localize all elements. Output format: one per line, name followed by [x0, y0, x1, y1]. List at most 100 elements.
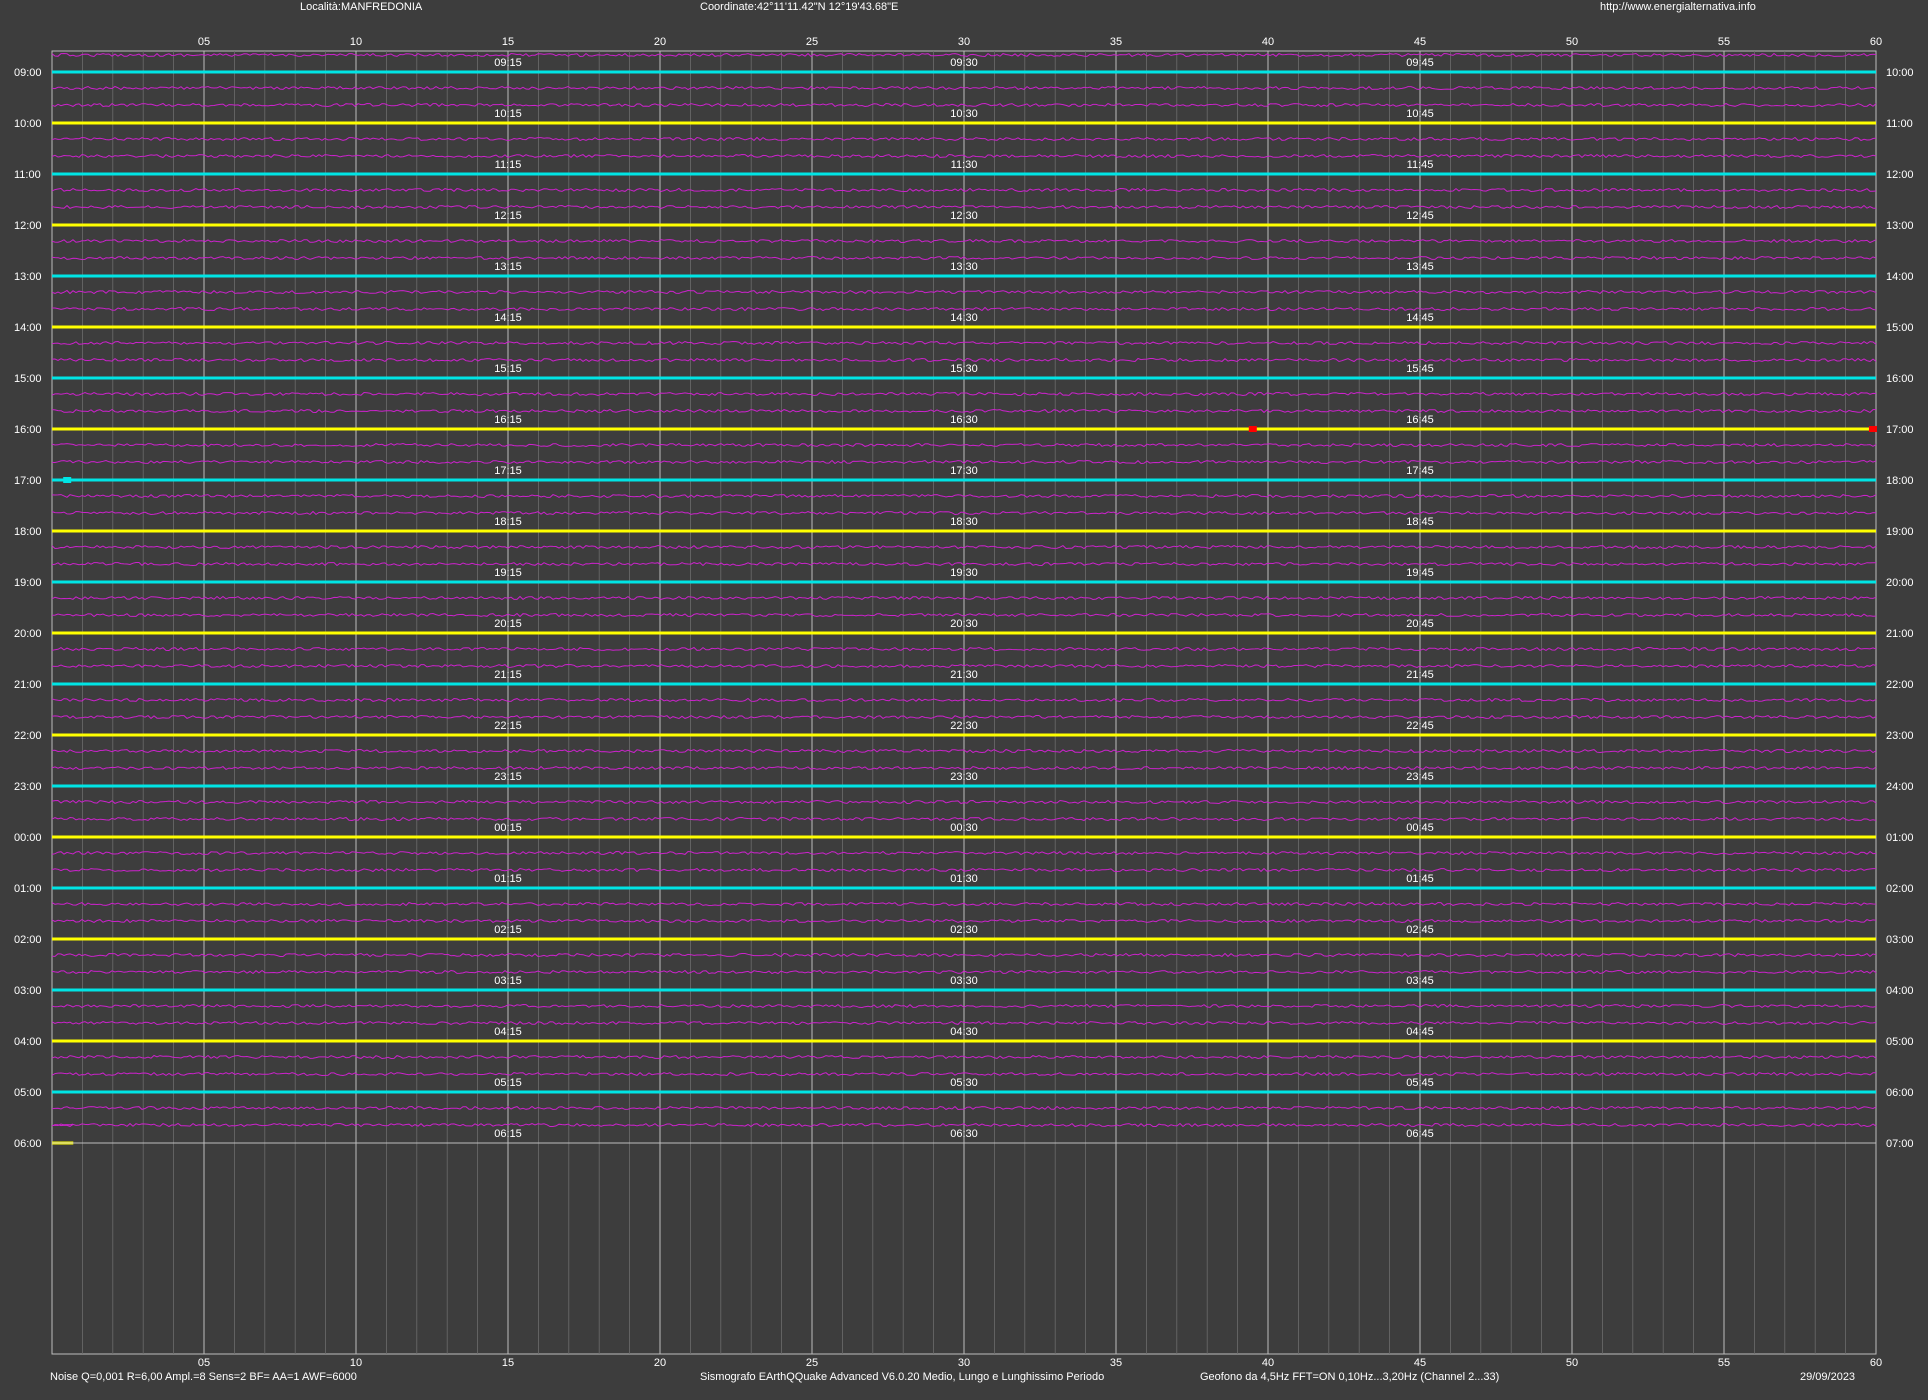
- hour-label-left: 10:00: [14, 118, 42, 130]
- hour-label-right: 20:00: [1886, 577, 1914, 589]
- hour-label-left: 04:00: [14, 1036, 42, 1048]
- hour-label-left: 18:00: [14, 526, 42, 538]
- event-marker: [1868, 426, 1877, 432]
- quarter-mark-label: 06:45: [1406, 1128, 1434, 1140]
- quarter-mark-label: 23:15: [494, 771, 522, 783]
- x-tick-label-top: 50: [1566, 36, 1578, 48]
- event-marker: [1248, 426, 1257, 432]
- hour-label-left: 01:00: [14, 883, 42, 895]
- x-tick-label-bottom: 25: [806, 1357, 818, 1369]
- x-tick-label-bottom: 40: [1262, 1357, 1274, 1369]
- hour-label-left: 21:00: [14, 679, 42, 691]
- quarter-mark-label: 19:15: [494, 567, 522, 579]
- quarter-mark-label: 17:30: [950, 465, 978, 477]
- quarter-mark-label: 20:30: [950, 618, 978, 630]
- x-tick-label-top: 45: [1414, 36, 1426, 48]
- hour-label-right: 24:00: [1886, 781, 1914, 793]
- x-tick-label-top: 55: [1718, 36, 1730, 48]
- hour-label-left: 06:00: [14, 1138, 42, 1150]
- quarter-mark-label: 02:45: [1406, 924, 1434, 936]
- hour-label-left: 16:00: [14, 424, 42, 436]
- hour-label-left: 12:00: [14, 220, 42, 232]
- quarter-mark-label: 18:45: [1406, 516, 1434, 528]
- quarter-mark-label: 03:30: [950, 975, 978, 987]
- quarter-mark-label: 10:30: [950, 108, 978, 120]
- quarter-mark-label: 19:45: [1406, 567, 1434, 579]
- x-tick-label-top: 20: [654, 36, 666, 48]
- hour-label-right: 18:00: [1886, 475, 1914, 487]
- hour-label-right: 03:00: [1886, 934, 1914, 946]
- quarter-mark-label: 21:30: [950, 669, 978, 681]
- hour-label-right: 21:00: [1886, 628, 1914, 640]
- quarter-mark-label: 18:30: [950, 516, 978, 528]
- quarter-mark-label: 06:30: [950, 1128, 978, 1140]
- x-tick-label-top: 60: [1870, 36, 1882, 48]
- quarter-mark-label: 20:15: [494, 618, 522, 630]
- hour-label-right: 05:00: [1886, 1036, 1914, 1048]
- quarter-mark-label: 13:30: [950, 261, 978, 273]
- hour-label-right: 14:00: [1886, 271, 1914, 283]
- hour-label-left: 17:00: [14, 475, 42, 487]
- x-tick-label-bottom: 45: [1414, 1357, 1426, 1369]
- quarter-mark-label: 11:45: [1407, 159, 1434, 171]
- event-marker: [63, 477, 72, 483]
- date-label: 29/09/2023: [1800, 1371, 1856, 1383]
- quarter-mark-label: 05:45: [1406, 1077, 1434, 1089]
- x-tick-label-bottom: 15: [502, 1357, 514, 1369]
- quarter-mark-label: 09:30: [950, 57, 978, 69]
- quarter-mark-label: 00:30: [950, 822, 978, 834]
- hour-label-left: 20:00: [14, 628, 42, 640]
- quarter-mark-label: 02:30: [950, 924, 978, 936]
- quarter-mark-label: 14:30: [950, 312, 978, 324]
- quarter-mark-label: 10:45: [1406, 108, 1434, 120]
- hour-label-left: 13:00: [14, 271, 42, 283]
- x-tick-label-top: 30: [958, 36, 970, 48]
- quarter-mark-label: 21:15: [494, 669, 522, 681]
- quarter-mark-label: 05:30: [950, 1077, 978, 1089]
- hour-label-right: 10:00: [1886, 67, 1914, 79]
- quarter-mark-label: 15:30: [950, 363, 978, 375]
- quarter-mark-label: 15:45: [1406, 363, 1434, 375]
- quarter-mark-label: 03:45: [1406, 975, 1434, 987]
- quarter-mark-label: 18:15: [494, 516, 522, 528]
- x-tick-label-bottom: 35: [1110, 1357, 1122, 1369]
- quarter-mark-label: 04:30: [950, 1026, 978, 1038]
- quarter-mark-label: 22:30: [950, 720, 978, 732]
- quarter-mark-label: 06:15: [494, 1128, 522, 1140]
- x-tick-label-top: 15: [502, 36, 514, 48]
- quarter-mark-label: 12:15: [494, 210, 522, 222]
- hour-label-left: 14:00: [14, 322, 42, 334]
- quarter-mark-label: 20:45: [1406, 618, 1434, 630]
- quarter-mark-label: 05:15: [494, 1077, 522, 1089]
- software-label: Sismografo EArthQQuake Advanced V6.0.20 …: [700, 1371, 1105, 1383]
- quarter-mark-label: 04:15: [494, 1026, 522, 1038]
- hour-label-right: 06:00: [1886, 1087, 1914, 1099]
- x-tick-label-bottom: 30: [958, 1357, 970, 1369]
- quarter-mark-label: 04:45: [1406, 1026, 1434, 1038]
- hour-label-right: 02:00: [1886, 883, 1914, 895]
- settings-label: Noise Q=0,001 R=6,00 Ampl.=8 Sens=2 BF= …: [50, 1371, 357, 1383]
- hour-label-right: 11:00: [1886, 118, 1913, 130]
- x-tick-label-bottom: 05: [198, 1357, 210, 1369]
- x-tick-label-bottom: 60: [1870, 1357, 1882, 1369]
- x-tick-label-bottom: 20: [654, 1357, 666, 1369]
- hour-label-left: 11:00: [14, 169, 41, 181]
- quarter-mark-label: 11:30: [951, 159, 978, 171]
- quarter-mark-label: 22:15: [494, 720, 522, 732]
- sensor-label: Geofono da 4,5Hz FFT=ON 0,10Hz...3,20Hz …: [1200, 1371, 1500, 1383]
- quarter-mark-label: 17:15: [494, 465, 522, 477]
- x-tick-label-top: 25: [806, 36, 818, 48]
- x-tick-label-top: 40: [1262, 36, 1274, 48]
- quarter-mark-label: 03:15: [494, 975, 522, 987]
- hour-label-left: 19:00: [14, 577, 42, 589]
- seismograph-helicorder: 05 05 10 10 15 15 20 20 25 25 30 30 35 35 40 40 45 45 50 50…: [14, 36, 1914, 1369]
- quarter-mark-label: 00:15: [494, 822, 522, 834]
- hour-label-left: 23:00: [14, 781, 42, 793]
- quarter-mark-label: 21:45: [1406, 669, 1434, 681]
- x-tick-label-bottom: 10: [350, 1357, 362, 1369]
- hour-label-right: 01:00: [1886, 832, 1914, 844]
- x-tick-label-top: 10: [350, 36, 362, 48]
- quarter-mark-label: 11:15: [495, 159, 522, 171]
- hour-label-right: 13:00: [1886, 220, 1914, 232]
- quarter-mark-label: 22:45: [1406, 720, 1434, 732]
